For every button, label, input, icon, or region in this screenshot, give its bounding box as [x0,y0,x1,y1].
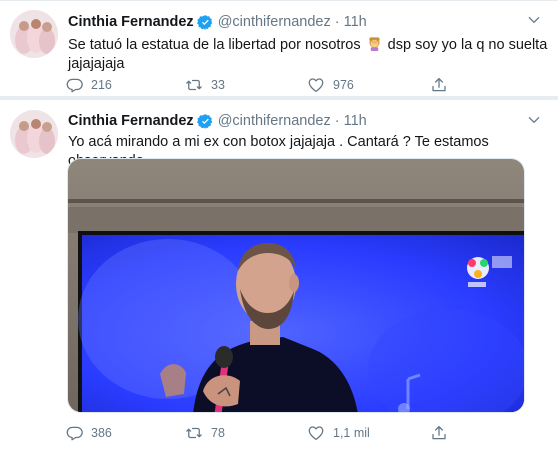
tweet-time[interactable]: 11h [344,113,367,129]
share-icon [432,77,446,92]
tweet-header: Cinthia Fernandez @cinthifernandez · 11h [68,111,367,131]
reply-count: 386 [91,426,112,440]
chevron-down-icon[interactable] [524,110,544,130]
reply-icon [66,78,83,93]
reply-count: 216 [91,78,112,92]
share-icon [432,425,446,440]
reply-button[interactable]: 216 [65,73,112,97]
retweet-count: 33 [211,78,225,92]
retweet-icon [186,79,202,91]
tweet-header: Cinthia Fernandez @cinthifernandez · 11h [68,12,367,32]
heart-icon [308,78,324,93]
like-button[interactable]: 976 [307,73,354,97]
author-handle[interactable]: @cinthifernandez [218,113,331,129]
reply-icon [66,426,83,441]
avatar[interactable] [10,110,58,158]
heart-icon [308,426,324,441]
retweet-icon [186,427,202,439]
tweet-actions: 386 78 1,1 mil [65,421,465,445]
woman-facepalming-emoji-icon [367,36,382,51]
like-button[interactable]: 1,1 mil [307,421,370,445]
separator-dot: · [334,113,340,129]
like-count: 1,1 mil [333,426,370,440]
author-handle[interactable]: @cinthifernandez [218,14,331,30]
like-count: 976 [333,78,354,92]
retweet-count: 78 [211,426,225,440]
retweet-button[interactable]: 78 [185,421,225,445]
verified-badge-icon [196,113,214,130]
tweet-time[interactable]: 11h [344,14,367,30]
tweet[interactable]: Cinthia Fernandez @cinthifernandez · 11h… [0,100,558,451]
verified-badge-icon [196,14,214,31]
avatar[interactable] [10,10,58,58]
share-button[interactable] [430,421,456,445]
tweet-photo[interactable] [67,158,525,413]
chevron-down-icon[interactable] [524,10,544,30]
tweet[interactable]: Cinthia Fernandez @cinthifernandez · 11h… [0,0,558,100]
share-button[interactable] [430,73,456,97]
tweet-actions: 216 33 976 [65,73,465,97]
separator-dot: · [334,14,340,30]
tweet-text: Se tatuó la estatua de la libertad por n… [68,36,548,74]
author-name[interactable]: Cinthia Fernandez [68,113,194,129]
tweet-text-part: Se tatuó la estatua de la libertad por n… [68,37,365,53]
reply-button[interactable]: 386 [65,421,112,445]
retweet-button[interactable]: 33 [185,73,225,97]
author-name[interactable]: Cinthia Fernandez [68,14,194,30]
